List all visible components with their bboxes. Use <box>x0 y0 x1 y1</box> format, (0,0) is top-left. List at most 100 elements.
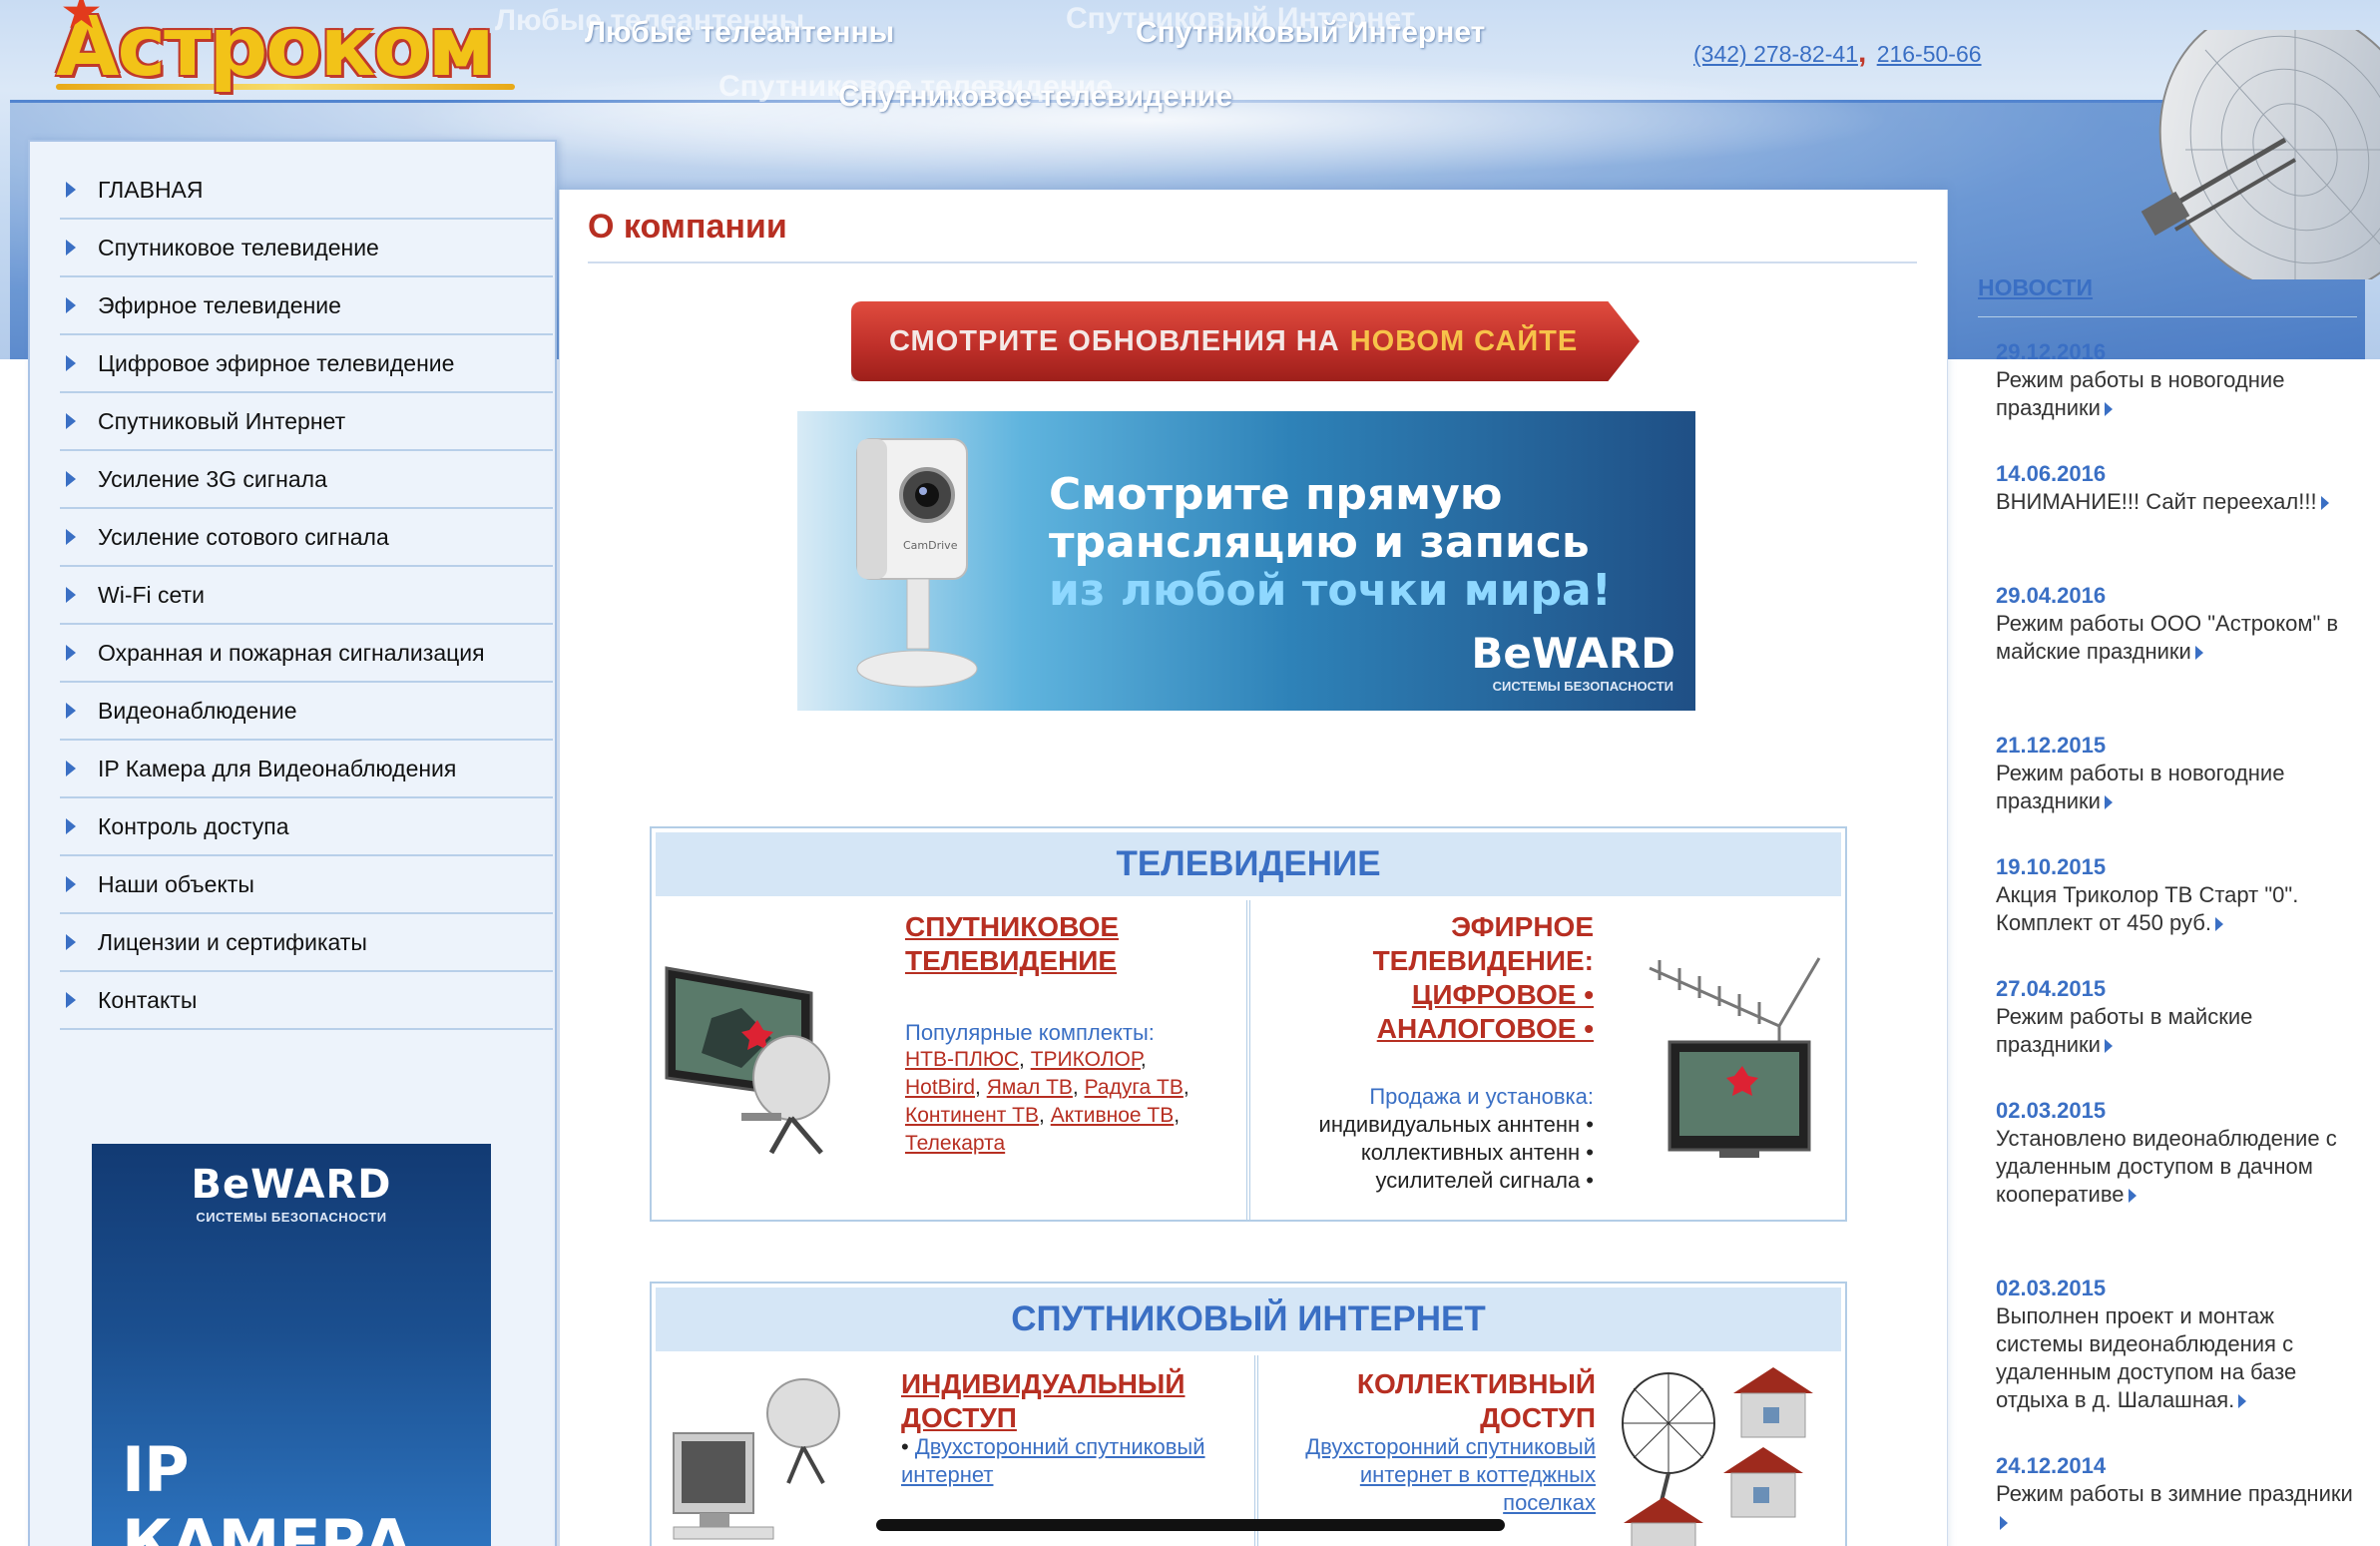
sidebar-item-label[interactable]: Контроль доступа <box>98 813 289 840</box>
satellite-tv-link-1[interactable]: СПУТНИКОВОЕ <box>905 911 1119 942</box>
news-item[interactable]: 02.03.2015 Выполнен проект и монтаж сист… <box>1996 1275 2355 1414</box>
arrow-right-icon[interactable] <box>2238 1394 2247 1408</box>
news-text: Выполнен проект и монтаж системы видеона… <box>1996 1303 2297 1412</box>
arrow-right-icon[interactable] <box>2214 917 2223 931</box>
package-link-kontinent[interactable]: Континент ТВ <box>905 1104 1039 1127</box>
sidebar-item-contacts[interactable]: Контакты <box>60 972 553 1030</box>
news-heading[interactable]: НОВОСТИ <box>1978 274 2093 301</box>
package-link-telekarta[interactable]: Телекарта <box>905 1132 1005 1155</box>
header-link-sat-tv[interactable]: Спутниковое телевидение <box>838 80 1232 114</box>
package-link-hotbird[interactable]: HotBird <box>905 1076 975 1099</box>
arrow-right-icon[interactable] <box>2104 1039 2113 1053</box>
beward-streaming-banner[interactable]: CamDrive Смотрите прямую трансляцию и за… <box>797 411 1695 711</box>
phone-link-1[interactable]: (342) 278-82-41 <box>1693 41 1858 67</box>
column-divider <box>1246 900 1250 1220</box>
sidebar-item-licenses[interactable]: Лицензии и сертификаты <box>60 914 553 972</box>
news-item[interactable]: 29.12.2016 Режим работы в новогодние пра… <box>1996 338 2355 422</box>
arrow-right-icon <box>66 761 76 776</box>
news-item[interactable]: 27.04.2015 Режим работы в майские праздн… <box>1996 975 2355 1059</box>
arrow-right-icon <box>66 355 76 371</box>
news-item[interactable]: 02.03.2015 Установлено видеонаблюдение с… <box>1996 1097 2355 1209</box>
news-date: 02.03.2015 <box>1996 1276 2107 1300</box>
news-item[interactable]: 14.06.2016 ВНИМАНИЕ!!! Сайт переехал!!! <box>1996 460 2355 516</box>
sidebar-item-label[interactable]: Спутниковый Интернет <box>98 408 345 435</box>
sidebar-item-satellite-internet[interactable]: Спутниковый Интернет <box>60 393 553 451</box>
cottage-internet-link-2[interactable]: интернет в коттеджных <box>1360 1462 1596 1487</box>
sidebar-item-alarm[interactable]: Охранная и пожарная сигнализация <box>60 625 553 683</box>
sidebar-item-ip-camera[interactable]: IP Камера для Видеонаблюдения <box>60 741 553 798</box>
news-text: Установлено видеонаблюдение с удаленным … <box>1996 1126 2337 1207</box>
news-item[interactable]: 19.10.2015 Акция Триколор ТВ Старт "0". … <box>1996 853 2355 937</box>
digital-tv-link[interactable]: ЦИФРОВОЕ • <box>1412 979 1594 1010</box>
sidebar-item-label[interactable]: Спутниковое телевидение <box>98 235 379 261</box>
sidebar-item-satellite-tv[interactable]: Спутниковое телевидение <box>60 220 553 277</box>
sidebar-item-label[interactable]: Наши объекты <box>98 871 254 898</box>
beward-logo: BeWARD <box>191 1162 392 1208</box>
ip-camera-title: IP КАМЕРА <box>122 1433 412 1546</box>
computer-with-dish-image <box>673 1378 840 1540</box>
home-indicator-bar[interactable] <box>876 1519 1505 1531</box>
arrow-right-icon[interactable] <box>2104 795 2113 809</box>
sidebar-item-label[interactable]: Контакты <box>98 987 197 1014</box>
arrow-right-icon <box>66 240 76 256</box>
sidebar-item-cctv[interactable]: Видеонаблюдение <box>60 683 553 741</box>
header-link-sat-internet[interactable]: Спутниковый Интернет <box>1136 16 1485 50</box>
banner-line-1: Смотрите прямую <box>1049 469 1503 520</box>
arrow-right-icon[interactable] <box>2104 402 2113 416</box>
arrow-right-icon[interactable] <box>2000 1516 2008 1530</box>
arrow-right-icon[interactable] <box>2128 1189 2137 1203</box>
news-item[interactable]: 21.12.2015 Режим работы в новогодние пра… <box>1996 732 2355 815</box>
news-date: 29.12.2016 <box>1996 339 2107 364</box>
phone-separator: , <box>1857 36 1867 69</box>
package-link-aktivnoe[interactable]: Активное ТВ <box>1051 1104 1175 1127</box>
sidebar-item-access-control[interactable]: Контроль доступа <box>60 798 553 856</box>
sidebar-item-label[interactable]: Эфирное телевидение <box>98 292 341 319</box>
sidebar-item-label[interactable]: Усиление сотового сигнала <box>98 524 389 551</box>
news-item[interactable]: 29.04.2016 Режим работы ООО "Астроком" в… <box>1996 582 2355 666</box>
ip-camera-ad-banner[interactable]: BeWARD СИСТЕМЫ БЕЗОПАСНОСТИ IP КАМЕРА <box>92 1144 491 1546</box>
site-logo[interactable]: Астроком <box>56 0 495 96</box>
two-way-internet-link[interactable]: Двухсторонний спутниковый <box>915 1434 1205 1459</box>
news-text: Режим работы в зимние праздники <box>1996 1480 2355 1536</box>
analog-tv-link[interactable]: АНАЛОГОВОЕ • <box>1377 1013 1594 1044</box>
arrow-right-icon <box>66 992 76 1008</box>
sidebar-item-3g-boost[interactable]: Усиление 3G сигнала <box>60 451 553 509</box>
logo-star-icon: ★ <box>60 0 104 39</box>
individual-access-link-1[interactable]: ИНДИВИДУАЛЬНЫЙ <box>901 1368 1185 1399</box>
sidebar-item-label[interactable]: Усиление 3G сигнала <box>98 466 327 493</box>
sidebar-item-label[interactable]: Цифровое эфирное телевидение <box>98 350 454 377</box>
news-date: 24.12.2014 <box>1996 1453 2107 1478</box>
package-link-tricolor[interactable]: ТРИКОЛОР <box>1031 1048 1141 1071</box>
sidebar-item-digital-tv[interactable]: Цифровое эфирное телевидение <box>60 335 553 393</box>
arrow-right-icon[interactable] <box>2320 496 2329 510</box>
header-glow <box>399 60 1896 180</box>
sidebar-item-label[interactable]: Wi-Fi сети <box>98 582 205 609</box>
sidebar-item-cellular-boost[interactable]: Усиление сотового сигнала <box>60 509 553 567</box>
individual-access-link-2[interactable]: ДОСТУП <box>901 1402 1017 1433</box>
cottage-internet-link-3[interactable]: поселках <box>1503 1490 1596 1515</box>
package-link-raduga[interactable]: Радуга ТВ <box>1085 1076 1184 1099</box>
arrow-right-icon[interactable] <box>2194 646 2203 660</box>
new-site-button[interactable]: СМОТРИТЕ ОБНОВЛЕНИЯ НА НОВОМ САЙТЕ <box>851 301 1640 381</box>
sidebar-item-label[interactable]: ГЛАВНАЯ <box>98 177 204 204</box>
sidebar-item-wifi[interactable]: Wi-Fi сети <box>60 567 553 625</box>
two-way-internet-link-2[interactable]: интернет <box>901 1462 993 1487</box>
sidebar-item-label[interactable]: Лицензии и сертификаты <box>98 929 367 956</box>
header-link-tv-antennas[interactable]: Любые телеантенны <box>585 16 894 50</box>
sidebar-item-label[interactable]: Видеонаблюдение <box>98 698 297 725</box>
cottage-internet-link-1[interactable]: Двухсторонний спутниковый <box>1305 1434 1596 1459</box>
sales-installation-label: Продажа и установка: <box>1369 1084 1594 1109</box>
satellite-tv-link-2[interactable]: ТЕЛЕВИДЕНИЕ <box>905 945 1117 976</box>
sidebar-nav: ГЛАВНАЯ Спутниковое телевидение Эфирное … <box>60 162 553 1030</box>
banner-line-3: из любой точки мира! <box>1049 565 1612 616</box>
sidebar-item-our-objects[interactable]: Наши объекты <box>60 856 553 914</box>
arrow-right-icon <box>66 818 76 834</box>
sidebar-item-label[interactable]: Охранная и пожарная сигнализация <box>98 640 485 667</box>
sidebar-item-home[interactable]: ГЛАВНАЯ <box>60 162 553 220</box>
sidebar-item-terrestrial-tv[interactable]: Эфирное телевидение <box>60 277 553 335</box>
phone-link-2[interactable]: 216-50-66 <box>1877 41 1982 67</box>
package-link-yamal[interactable]: Ямал ТВ <box>987 1076 1073 1099</box>
sidebar-item-label[interactable]: IP Камера для Видеонаблюдения <box>98 756 456 782</box>
news-item[interactable]: 24.12.2014 Режим работы в зимние праздни… <box>1996 1452 2355 1536</box>
package-link-ntv-plus[interactable]: НТВ-ПЛЮС <box>905 1048 1019 1071</box>
